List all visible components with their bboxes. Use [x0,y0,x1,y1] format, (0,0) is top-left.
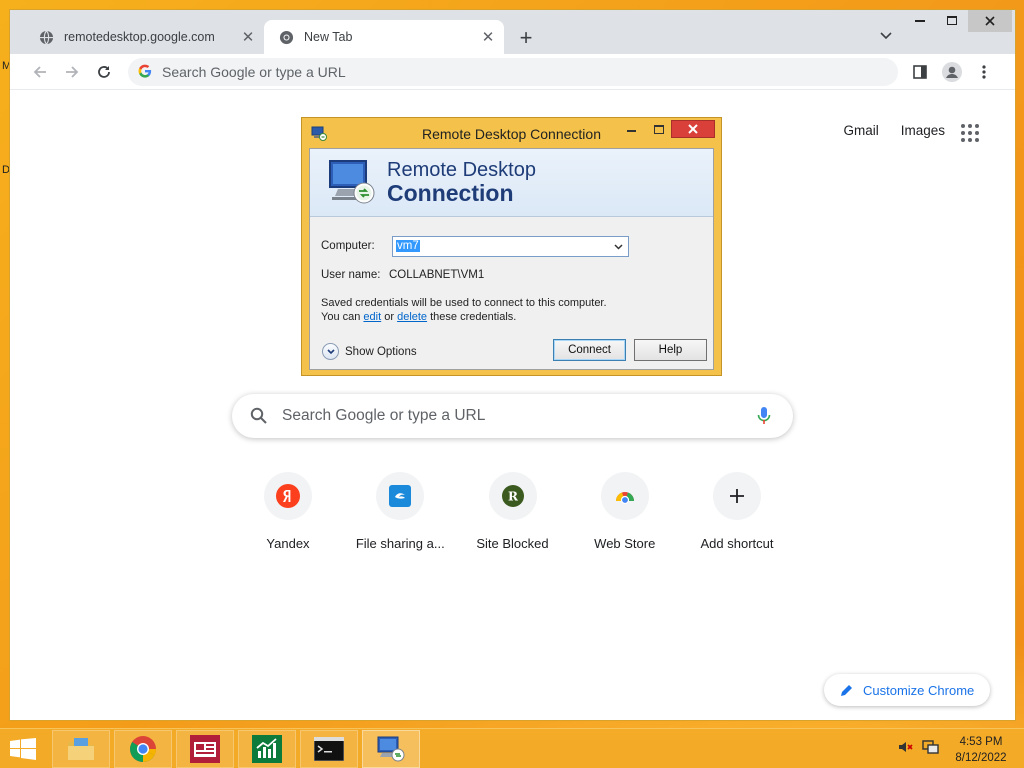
images-link[interactable]: Images [901,123,945,138]
clock-time: 4:53 PM [959,736,1003,748]
ntp-search-placeholder: Search Google or type a URL [282,407,486,424]
connect-button[interactable]: Connect [553,339,626,361]
banner-line-2: Connection [387,180,514,206]
dialog-banner: Remote Desktop Connection [310,149,713,217]
dialog-titlebar[interactable]: Remote Desktop Connection [302,118,721,148]
tab-strip: remotedesktop.google.com ✕ New Tab ✕ + [10,10,1015,54]
microphone-icon[interactable] [757,406,771,426]
desktop-icon-label-fragment: D [2,164,10,176]
edit-credentials-link[interactable]: edit [363,311,381,323]
address-bar[interactable]: Search Google or type a URL [128,58,898,86]
shortcut-web-store[interactable]: Web Store [569,472,681,551]
chrome-icon [278,29,294,45]
close-tab-icon[interactable]: ✕ [478,27,498,47]
shortcut-add[interactable]: Add shortcut [681,472,793,551]
top-links: Gmail Images [843,123,945,138]
chrome-icon[interactable] [114,730,172,768]
file-explorer-icon[interactable] [52,730,110,768]
globe-icon [38,29,54,45]
kebab-menu-icon[interactable] [972,60,996,84]
shortcut-label: Site Blocked [476,536,549,551]
clock-date: 8/12/2022 [955,752,1007,764]
banner-line-1: Remote Desktop [387,159,536,181]
tab-title: remotedesktop.google.com [64,30,215,44]
show-options-toggle[interactable]: Show Options [322,343,417,360]
dialog-body: Remote Desktop Connection Computer: vm7 … [309,148,714,370]
dialog-minimize-button[interactable] [618,120,644,138]
username-value: COLLABNET\VM1 [389,269,485,281]
credentials-info-line1: Saved credentials will be used to connec… [321,297,607,309]
shortcut-label: Web Store [594,536,656,551]
search-icon [250,407,268,425]
ntp-search-box[interactable]: Search Google or type a URL [232,394,793,438]
plus-icon [713,472,761,520]
site-blocked-icon: R [488,472,537,520]
dialog-maximize-button[interactable] [646,120,672,138]
network-icon[interactable] [922,739,940,755]
google-g-icon [138,64,152,81]
delete-credentials-link[interactable]: delete [397,311,427,323]
gmail-link[interactable]: Gmail [843,123,878,138]
tab-search-icon[interactable] [876,26,896,46]
customize-chrome-label: Customize Chrome [863,682,975,698]
show-options-label: Show Options [345,345,417,358]
computer-value[interactable]: vm7 [396,240,420,252]
tab-remotedesktop[interactable]: remotedesktop.google.com ✕ [24,20,264,54]
info-you-can: You can [321,311,361,323]
info-tail: these credentials. [430,311,517,323]
credentials-info-line2: You can edit or delete these credentials… [321,310,607,324]
help-button[interactable]: Help [634,339,707,361]
shortcut-label: File sharing a... [355,536,445,551]
dialog-close-button[interactable] [671,120,715,138]
finance-app-icon[interactable] [238,730,296,768]
shortcut-file-sharing[interactable]: File sharing a... [344,472,456,551]
google-apps-icon[interactable] [961,124,979,142]
site-blocked-letter: R [508,490,519,504]
file-sharing-icon [376,472,425,520]
windows-start-icon[interactable] [10,738,36,765]
news-app-icon[interactable] [176,730,234,768]
maximize-button[interactable] [936,10,968,32]
username-label: User name: [321,269,381,281]
shortcut-site-blocked[interactable]: R Site Blocked [457,472,569,551]
address-bar-placeholder: Search Google or type a URL [162,64,346,80]
shortcut-yandex[interactable]: Yandex [232,472,344,551]
command-prompt-icon[interactable] [300,730,358,768]
new-tab-button[interactable]: + [514,25,538,50]
minimize-button[interactable] [904,10,936,32]
customize-chrome-button[interactable]: Customize Chrome [824,674,990,706]
forward-arrow-icon[interactable] [60,60,84,84]
shortcuts-row: Yandex File sharing a... R Site Blocked … [232,472,793,551]
speaker-muted-icon[interactable] [898,739,914,755]
profile-avatar-icon[interactable] [940,60,964,84]
computer-combobox[interactable]: vm7 [392,236,629,257]
shortcut-label: Yandex [266,536,310,551]
side-panel-icon[interactable] [908,60,932,84]
close-window-button[interactable] [968,10,1012,32]
shortcut-label: Add shortcut [700,536,774,551]
remote-desktop-dialog: Remote Desktop Connection Remote Desktop… [301,117,722,376]
yandex-icon [264,472,312,520]
close-tab-icon[interactable]: ✕ [238,27,258,47]
tab-new-tab[interactable]: New Tab ✕ [264,20,504,54]
taskbar: 4:53 PM 8/12/2022 [0,728,1024,768]
pencil-icon [840,683,854,697]
remote-desktop-logo-icon [326,157,378,212]
expand-chevron-icon [322,343,339,360]
system-clock[interactable]: 4:53 PM 8/12/2022 [946,734,1016,766]
computer-label: Computer: [321,240,375,252]
credentials-info: Saved credentials will be used to connec… [321,296,607,324]
tab-title: New Tab [304,30,353,44]
web-store-icon [600,472,649,520]
browser-toolbar: Search Google or type a URL [10,54,1015,90]
chevron-down-icon[interactable] [611,239,626,254]
remote-desktop-icon[interactable] [362,730,420,768]
back-arrow-icon[interactable] [28,60,52,84]
info-or: or [384,311,395,323]
reload-icon[interactable] [92,60,116,84]
